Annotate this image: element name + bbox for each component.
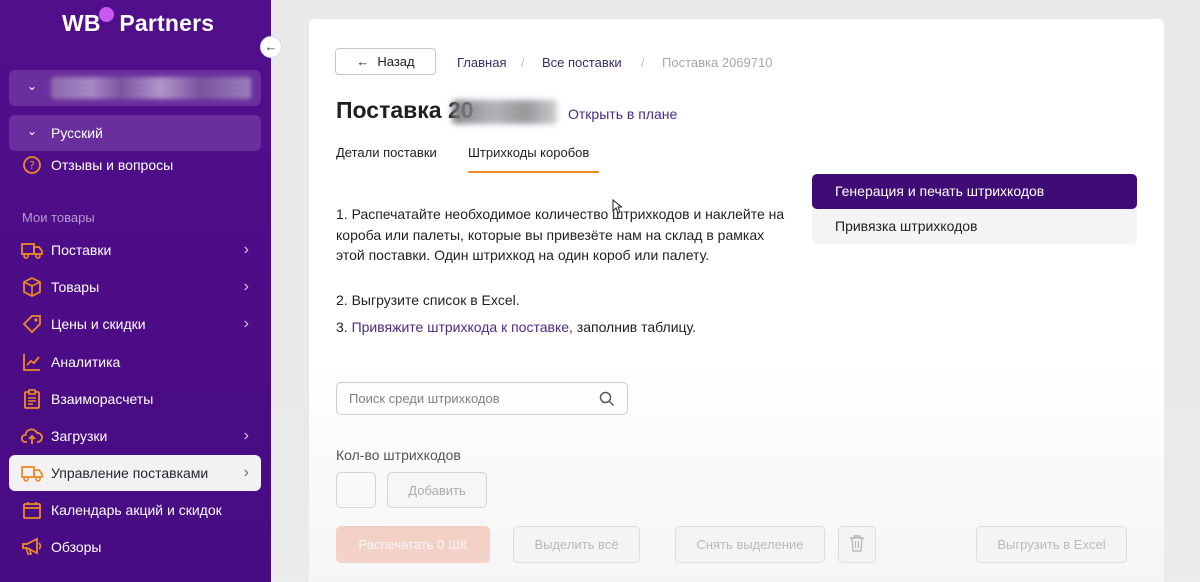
select-all-button[interactable]: Выделить всё <box>513 526 640 563</box>
chevron-right-icon: › <box>243 315 249 332</box>
step-3-prefix: 3. <box>336 319 352 335</box>
breadcrumb-all-supplies[interactable]: Все поставки <box>542 55 622 70</box>
active-tab-indicator <box>468 171 599 173</box>
chevron-right-icon: › <box>243 427 249 444</box>
tab-supply-details[interactable]: Детали поставки <box>336 145 437 160</box>
sidebar: WB Partners ⌄ ⌄ Русский ? Отзывы и вопро… <box>0 0 271 582</box>
arrow-left-icon: ← <box>356 54 370 69</box>
breadcrumb-home[interactable]: Главная <box>457 55 506 70</box>
sidebar-item-reviews-overview[interactable]: Обзоры <box>9 529 261 565</box>
panel-item-bind-barcodes[interactable]: Привязка штрихкодов <box>812 209 1137 244</box>
breadcrumb-current: Поставка 2069710 <box>662 55 773 70</box>
truck-icon <box>21 462 43 484</box>
deselect-button[interactable]: Снять выделение <box>675 526 825 563</box>
chevron-right-icon: › <box>243 278 249 295</box>
barcode-mode-panel: Генерация и печать штрихкодов Привязка ш… <box>812 174 1137 244</box>
sidebar-item-label: Календарь акций и скидок <box>51 502 222 518</box>
breadcrumb-separator: / <box>641 55 645 70</box>
sidebar-item-label: Поставки <box>51 242 112 258</box>
chevron-right-icon: › <box>243 464 249 481</box>
mouse-cursor-icon <box>612 198 623 219</box>
sidebar-item-supplies[interactable]: Поставки › <box>9 232 261 268</box>
search-icon[interactable] <box>599 391 615 412</box>
megaphone-icon <box>21 536 43 558</box>
sidebar-item-supply-management[interactable]: Управление поставками › <box>9 455 261 491</box>
sidebar-item-label: Взаиморасчеты <box>51 391 154 407</box>
sidebar-item-reviews[interactable]: ? Отзывы и вопросы <box>9 147 261 183</box>
sidebar-item-prices[interactable]: Цены и скидки › <box>9 306 261 342</box>
truck-icon <box>21 239 43 261</box>
arrow-left-icon: ← <box>264 39 278 54</box>
sidebar-item-analytics[interactable]: Аналитика <box>9 344 261 380</box>
search-input[interactable]: Поиск среди штрихкодов <box>336 382 628 415</box>
instruction-step-1: 1. Распечатайте необходимое количество ш… <box>336 206 785 263</box>
barcode-count-label: Кол-во штрихкодов <box>336 447 461 463</box>
open-in-plan-link[interactable]: Открыть в плане <box>568 106 677 122</box>
barcode-count-input[interactable] <box>336 472 376 508</box>
box-icon <box>21 276 43 298</box>
panel-item-generate-print[interactable]: Генерация и печать штрихкодов <box>812 174 1137 209</box>
add-button[interactable]: Добавить <box>387 472 487 508</box>
sidebar-item-label: Аналитика <box>51 354 121 370</box>
step-3-suffix: заполнив таблицу. <box>572 319 697 335</box>
sidebar-item-label: Управление поставками <box>51 465 209 481</box>
chevron-right-icon: › <box>243 241 249 258</box>
sidebar-item-goods[interactable]: Товары › <box>9 269 261 305</box>
section-title-my-goods: Мои товары <box>22 210 95 225</box>
logo[interactable]: WB Partners <box>62 7 214 37</box>
print-barcodes-button[interactable]: Распечатать 0 ШК <box>336 526 490 563</box>
title-number-blurred <box>452 100 557 124</box>
back-label: Назад <box>377 54 415 69</box>
breadcrumb-separator: / <box>521 55 525 70</box>
delete-button[interactable] <box>838 526 876 563</box>
chart-icon <box>21 351 43 373</box>
chevron-down-icon: ⌄ <box>27 124 38 138</box>
trash-icon <box>849 534 865 555</box>
sidebar-item-label: Отзывы и вопросы <box>51 157 174 173</box>
sidebar-item-settlements[interactable]: Взаиморасчеты <box>9 381 261 417</box>
clipboard-icon <box>21 388 43 410</box>
chevron-down-icon: ⌄ <box>27 79 38 93</box>
calendar-icon <box>21 499 43 521</box>
instruction-step-3: 3. Привяжите штрихкода к поставке, запол… <box>336 317 786 338</box>
instruction-step-2: 2. Выгрузите список в Excel. <box>336 292 520 308</box>
tag-icon <box>21 313 43 335</box>
collapse-sidebar-button[interactable]: ← <box>260 36 282 58</box>
sidebar-item-uploads[interactable]: Загрузки › <box>9 418 261 454</box>
sidebar-item-label: Загрузки <box>51 428 108 444</box>
language-label: Русский <box>51 125 103 141</box>
account-name-blurred <box>51 77 251 99</box>
bind-barcodes-link[interactable]: Привяжите штрихкода к поставке, <box>352 319 573 335</box>
sidebar-item-label: Товары <box>51 279 100 295</box>
sidebar-item-calendar[interactable]: Календарь акций и скидок <box>9 492 261 528</box>
svg-text:?: ? <box>29 159 35 172</box>
account-selector[interactable]: ⌄ <box>9 70 261 106</box>
export-excel-button[interactable]: Выгрузить в Excel <box>976 526 1127 563</box>
tab-box-barcodes[interactable]: Штрихкоды коробов <box>468 145 589 160</box>
question-icon: ? <box>21 154 43 176</box>
cloud-upload-icon <box>21 425 43 447</box>
sidebar-item-label: Цены и скидки <box>51 316 146 332</box>
sidebar-item-label: Обзоры <box>51 539 102 555</box>
back-button[interactable]: ← Назад <box>335 48 436 75</box>
language-selector[interactable]: ⌄ Русский <box>9 115 261 151</box>
